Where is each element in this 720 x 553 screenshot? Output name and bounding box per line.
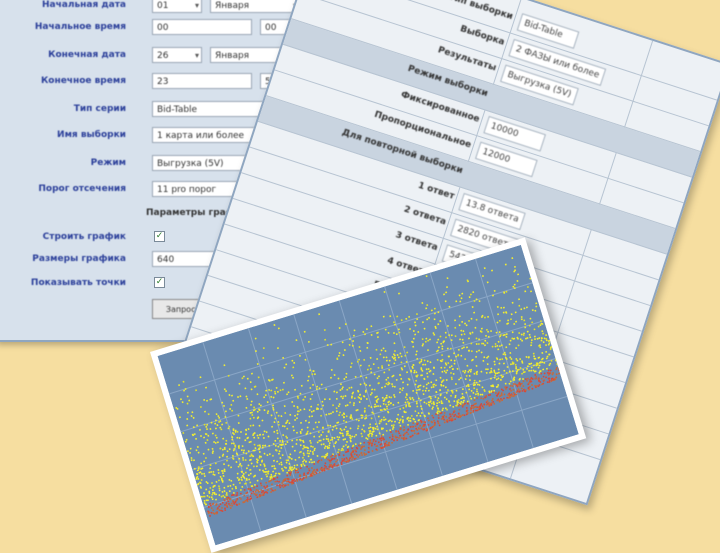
scatter-point <box>465 259 467 261</box>
size-label: Размеры графика <box>0 250 126 268</box>
plot-checkbox-label: Строить график <box>0 228 126 246</box>
plot-checkbox[interactable]: ✓ <box>154 231 165 242</box>
show-points-label: Показывать точки <box>0 274 126 292</box>
form-row-label: Начальная дата <box>0 0 126 14</box>
form-row-label: Имя выборки <box>0 126 126 144</box>
form-select[interactable]: 26 <box>152 47 202 63</box>
form-select[interactable]: Января <box>210 0 300 13</box>
form-row-label: Режим <box>0 154 126 172</box>
form-row-label: Начальное время <box>0 18 126 36</box>
form-row-label: Конечная дата <box>0 46 126 64</box>
form-row-label: Тип серии <box>0 100 126 118</box>
form-row-label: Порог отсечения <box>0 180 126 198</box>
show-points-checkbox[interactable]: ✓ <box>154 277 165 288</box>
table-row-label: 1 ответ <box>417 181 456 202</box>
form-input[interactable]: 00 <box>152 19 252 35</box>
scatter-point <box>397 277 399 279</box>
form-row-label: Конечное время <box>0 72 126 90</box>
scatter-point <box>462 260 464 262</box>
form-input[interactable]: 23 <box>152 73 252 89</box>
form-select[interactable]: 01 <box>152 0 202 13</box>
